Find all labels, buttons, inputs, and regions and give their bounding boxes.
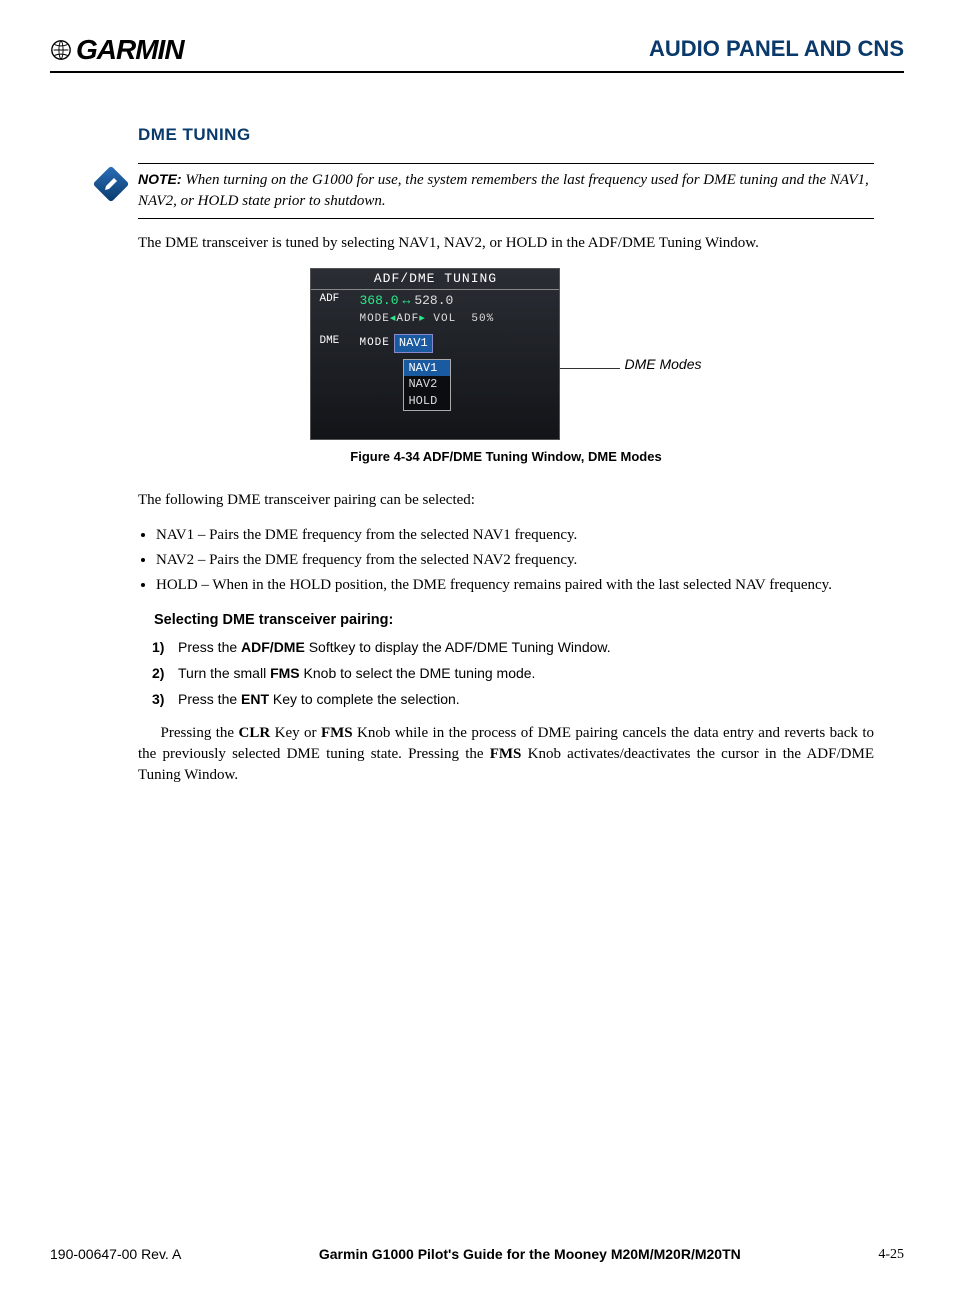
figure: ADF/DME TUNING ADF 368.0 ↔ 528.0 MODE◂AD… [138,268,874,440]
mode-word: MODE [359,313,389,325]
tw-title: ADF/DME TUNING [311,269,559,290]
content-area: DME TUNING NOTE: When turning on the G10… [50,123,904,786]
dropdown-option[interactable]: HOLD [404,393,450,410]
note-block: NOTE: When turning on the G1000 for use,… [98,163,874,219]
procedure-steps: Press the ADF/DME Softkey to display the… [138,638,874,709]
pencil-icon [103,176,119,192]
adf-standby-freq: 528.0 [414,292,453,310]
callout-leader [560,368,620,369]
brand-text: GARMIN [76,30,184,69]
brand-logo: GARMIN [50,30,184,69]
pairing-bullets: NAV1 – Pairs the DME frequency from the … [138,525,874,596]
list-item: NAV1 – Pairs the DME frequency from the … [156,525,874,546]
dme-row: DME MODE NAV1 [311,332,559,355]
right-caret-icon: ▸ [419,313,426,325]
adf-dme-tuning-window: ADF/DME TUNING ADF 368.0 ↔ 528.0 MODE◂AD… [310,268,560,440]
dropdown-option[interactable]: NAV2 [404,376,450,393]
closing-paragraph: Pressing the CLR Key or FMS Knob while i… [50,723,904,786]
dropdown-option[interactable]: NAV1 [404,360,450,377]
vol-value: 50% [471,313,494,325]
adf-mode-val: ADF [396,313,419,325]
step-item: Turn the small FMS Knob to select the DM… [178,664,874,684]
doc-number: 190-00647-00 Rev. A [50,1245,181,1265]
page-header: GARMIN AUDIO PANEL AND CNS [50,30,904,73]
subsection-title: DME TUNING [138,123,874,147]
page-footer: 190-00647-00 Rev. A Garmin G1000 Pilot's… [50,1245,904,1265]
doc-title: Garmin G1000 Pilot's Guide for the Moone… [181,1245,878,1265]
dme-label: DME [319,334,359,353]
step-item: Press the ENT Key to complete the select… [178,690,874,710]
adf-row: ADF 368.0 ↔ 528.0 [311,290,559,312]
adf-label: ADF [319,292,359,310]
vol-label: VOL [433,313,456,325]
callout-label: DME Modes [624,356,701,373]
list-item: HOLD – When in the HOLD position, the DM… [156,575,874,596]
dme-mode-dropdown[interactable]: NAV1 NAV2 HOLD [403,359,451,411]
dme-mode-label: MODE [359,336,389,353]
figure-caption: Figure 4-34 ADF/DME Tuning Window, DME M… [138,448,874,466]
step-item: Press the ADF/DME Softkey to display the… [178,638,874,658]
procedure-title: Selecting DME transceiver pairing: [154,610,874,630]
note-body: When turning on the G1000 for use, the s… [138,172,869,209]
intro-paragraph: The DME transceiver is tuned by selectin… [138,233,874,254]
section-header: AUDIO PANEL AND CNS [649,34,904,65]
note-label: NOTE: [138,171,182,187]
garmin-globe-icon [50,39,72,61]
swap-arrow-icon: ↔ [403,292,411,310]
note-text: NOTE: When turning on the G1000 for use,… [138,163,874,219]
dme-mode-selection[interactable]: NAV1 [394,334,433,353]
list-item: NAV2 – Pairs the DME frequency from the … [156,550,874,571]
adf-active-freq: 368.0 [359,292,398,310]
pairing-intro: The following DME transceiver pairing ca… [138,490,874,511]
page-number: 4-25 [878,1245,904,1265]
adf-mode-line: MODE◂ADF▸ VOL 50% [311,312,559,327]
